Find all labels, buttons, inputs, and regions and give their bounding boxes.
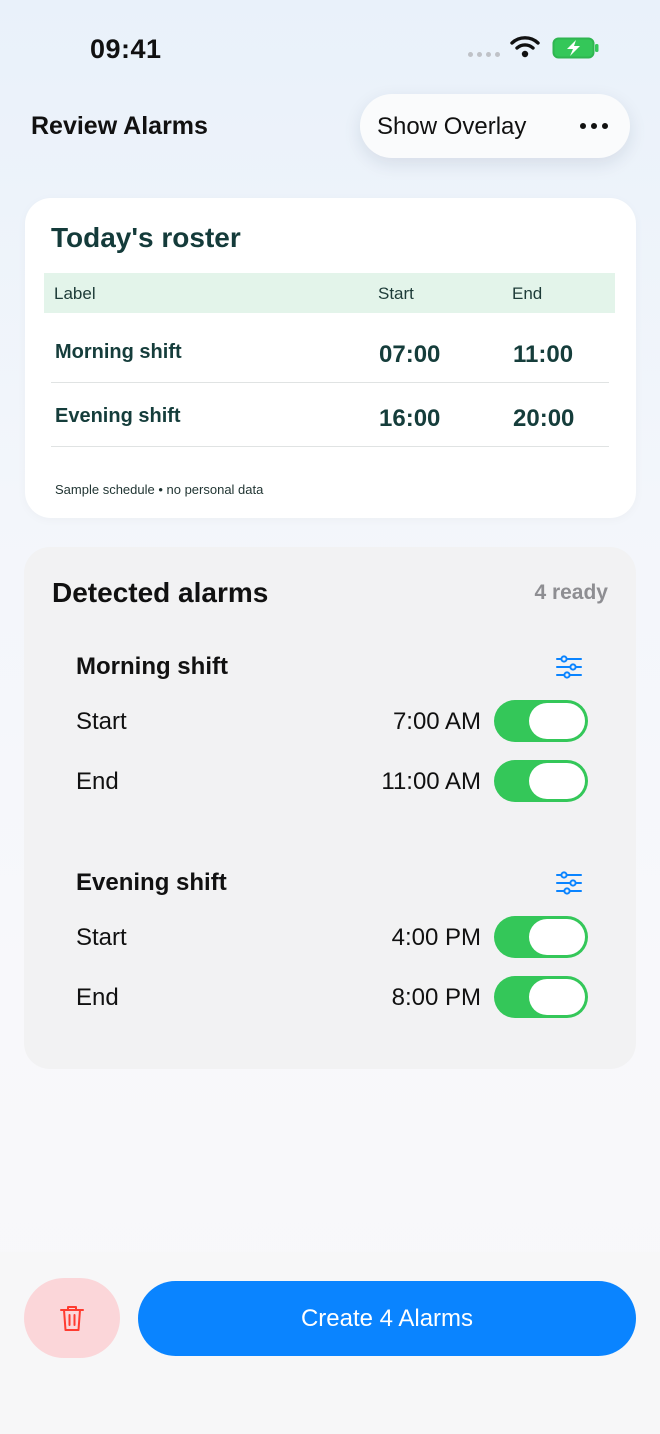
row-end: 20:00 xyxy=(513,405,575,432)
page-title: Review Alarms xyxy=(31,112,208,140)
row-end: 11:00 xyxy=(513,341,574,368)
roster-table-header: Label Start End xyxy=(44,273,615,313)
roster-card: Today's roster Label Start End Morning s… xyxy=(25,198,636,518)
adjust-sliders-icon[interactable] xyxy=(555,871,583,900)
toggle-knob xyxy=(529,703,585,739)
toggle-knob xyxy=(529,763,585,799)
create-alarms-button[interactable]: Create 4 Alarms xyxy=(138,1281,636,1356)
table-row: Morning shift 07:00 11:00 xyxy=(51,319,609,383)
alarm-toggle[interactable] xyxy=(494,976,588,1018)
alarm-label: End xyxy=(76,984,119,1011)
show-overlay-button[interactable]: Show Overlay xyxy=(360,94,630,158)
alarm-time: 7:00 AM xyxy=(392,708,481,735)
alarm-time: 4:00 PM xyxy=(391,924,481,951)
toggle-knob xyxy=(529,919,585,955)
alarm-time: 8:00 PM xyxy=(391,984,481,1011)
delete-button[interactable] xyxy=(24,1278,120,1358)
roster-note: Sample schedule • no personal data xyxy=(55,482,264,497)
ready-count: 4 ready xyxy=(534,581,608,604)
column-header-end: End xyxy=(512,284,543,303)
alarm-time: 11:00 AM xyxy=(381,768,481,795)
adjust-sliders-icon[interactable] xyxy=(555,655,583,684)
alarm-label: Start xyxy=(76,708,127,735)
status-time: 09:41 xyxy=(90,34,162,64)
row-start: 07:00 xyxy=(379,341,441,368)
group-title-morning: Morning shift xyxy=(76,653,228,680)
alarm-toggle[interactable] xyxy=(494,760,588,802)
detected-title: Detected alarms xyxy=(52,577,269,608)
detected-alarms-card: Detected alarms 4 ready Morning shift St… xyxy=(24,547,636,1069)
column-header-label: Label xyxy=(54,284,96,303)
column-header-start: Start xyxy=(378,284,414,303)
cellular-signal-icon xyxy=(468,52,500,57)
toggle-knob xyxy=(529,979,585,1015)
alarm-label: Start xyxy=(76,924,127,951)
group-title-evening: Evening shift xyxy=(76,869,227,896)
table-row: Evening shift 16:00 20:00 xyxy=(51,383,609,447)
show-overlay-label: Show Overlay xyxy=(377,113,527,140)
alarm-toggle[interactable] xyxy=(494,700,588,742)
row-label: Morning shift xyxy=(55,341,182,363)
status-bar: 09:41 xyxy=(0,0,660,90)
row-label: Evening shift xyxy=(55,405,181,427)
battery-charging-icon xyxy=(552,37,600,64)
roster-title: Today's roster xyxy=(51,222,241,253)
trash-icon xyxy=(60,1306,84,1331)
alarm-label: End xyxy=(76,768,119,795)
wifi-icon xyxy=(510,34,540,63)
ellipsis-icon[interactable] xyxy=(580,123,608,129)
alarm-toggle[interactable] xyxy=(494,916,588,958)
row-start: 16:00 xyxy=(379,405,441,432)
